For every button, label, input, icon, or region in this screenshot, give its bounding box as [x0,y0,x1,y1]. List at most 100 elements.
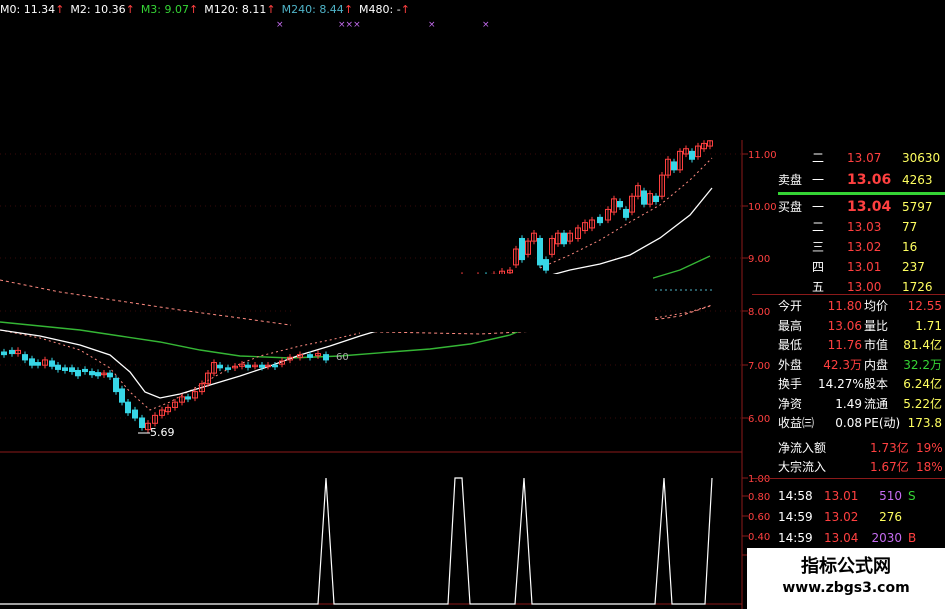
candle-down [35,362,41,366]
low-price-label: 5.69 [150,426,175,439]
bid-level-label: 四 [812,260,825,274]
stat-row: 外盘 42.3万 内盘 32.2万 [752,355,945,375]
tick-time: 14:59 [778,510,813,524]
up-arrow-icon: ↑ [125,3,135,16]
candle-down [225,367,231,370]
candle-down [307,354,313,358]
tick-row: 14:58 13.01 510 S [752,486,945,506]
tick-volume: 276 [879,510,902,524]
stat-key: 净资 [778,396,803,411]
candle-down [245,364,251,368]
ma-legend-bar: M0: 11.34↑ M2: 10.36↑ M3: 9.07↑ M120: 8.11↑… [0,0,540,20]
ma-legend-item: M480: - [359,3,401,16]
candle-down [671,161,677,171]
up-arrow-icon: ↑ [189,3,199,16]
candle-down [119,388,125,403]
candle-down [561,232,567,245]
stat-key: 最低 [778,338,803,352]
stat-value: 11.76 [827,338,862,352]
bid-level-row: 买盘一 13.04 5797 [752,197,945,217]
stat-value: 42.3万 [823,357,862,372]
marker-x: × [276,20,284,30]
candle-down [62,367,68,371]
stat-value: 1.71 [915,318,942,333]
candle-down [29,358,35,366]
up-arrow-icon: ↑ [266,3,276,16]
candle-down [69,367,75,373]
candle-down [597,216,603,224]
candle-down [623,208,629,218]
tick-volume: 510 [879,489,902,503]
tick-price: 13.01 [824,489,859,503]
candle-down [185,396,191,400]
tick-price: 13.04 [824,531,859,545]
stat-key: 内盘 [864,357,889,372]
bid-level-label: 一 [812,200,825,214]
candle-down [689,150,695,160]
flow-key: 大宗流入 [778,460,827,474]
candle-down [1,351,7,356]
tick-row: 14:59 13.02 276 [752,507,945,527]
candle-down [75,369,81,377]
ask-level-label: 一 [812,173,825,187]
ma-legend-item: M0: 11.34 [0,3,56,16]
bid-level-label: 二 [812,220,825,234]
tick-flag: B [908,531,917,545]
bid-level-row: 四 13.01 237 [752,257,945,277]
indicator-line [0,477,713,605]
up-arrow-icon: ↑ [343,3,354,16]
bid-level-price: 13.01 [847,260,882,274]
candle-down [132,409,138,419]
quote-panel: 二 13.07 30630 卖盘一 13.06 4263 买盘一 13.04 5797 二 13.0… [752,140,945,560]
bid-level-price: 13.03 [847,220,882,234]
ask-level-row: 卖盘一 13.06 4263 [752,170,945,190]
ask-level-label: 二 [812,151,825,165]
stat-key: 最高 [778,318,803,333]
candle-down [139,417,145,429]
stat-key: 市值 [864,338,889,352]
candle-down [82,368,88,373]
candle-down [272,364,278,368]
redaction-block [291,274,653,332]
bid-level-label: 三 [812,240,825,254]
stat-value: 13.06 [827,318,862,333]
flow-percent: 18% [916,460,943,474]
stat-row: 净资 1.49 流通 5.22亿 [752,394,945,414]
candle-down [125,401,131,414]
bid-level-price: 13.02 [847,240,882,254]
flow-percent: 19% [916,441,943,455]
bid-level-volume: 5797 [902,200,933,214]
stat-key: 收益㈢ [778,416,815,430]
stat-value: 32.2万 [903,357,942,372]
stat-row: 最低 11.76 市值 81.4亿 [752,335,945,355]
stat-value: 81.4亿 [903,338,942,352]
watermark: 指标公式网 www.zbgs3.com [747,548,945,609]
stat-value: 173.8 [907,416,942,430]
panel-separator [752,294,945,295]
bid-level-volume: 16 [902,240,918,254]
ma-legend-item: M120: 8.11 [204,3,267,16]
stat-row: 最高 13.06 量比 1.71 [752,316,945,336]
flow-row: 净流入额 1.73亿 19% [752,438,945,458]
stat-row: 今开 11.80 均价 12.55 [752,296,945,316]
ma-legend-item: M240: 8.44 [281,3,344,16]
candle-down [653,195,659,203]
stat-key: 均价 [864,299,889,313]
tick-price: 13.02 [824,510,859,524]
flow-value: 1.73亿 [870,441,909,455]
marker-x: × [428,20,436,30]
candle-down [259,364,265,368]
bid-title: 买盘 [778,200,803,214]
candle-down [641,190,647,205]
stat-value: 12.55 [907,299,942,313]
flow-row: 大宗流入 1.67亿 18% [752,457,945,477]
bid-level-row: 二 13.03 77 [752,217,945,237]
stat-value: 6.24亿 [903,377,942,391]
bid-level-volume: 237 [902,260,925,274]
marker-x: ××× [338,20,361,30]
ask-level-volume: 4263 [902,173,933,187]
ask-title: 卖盘 [778,173,803,187]
marker-x: × [482,20,490,30]
ma-red-right [654,304,713,319]
stat-value: 1.49 [835,396,862,411]
